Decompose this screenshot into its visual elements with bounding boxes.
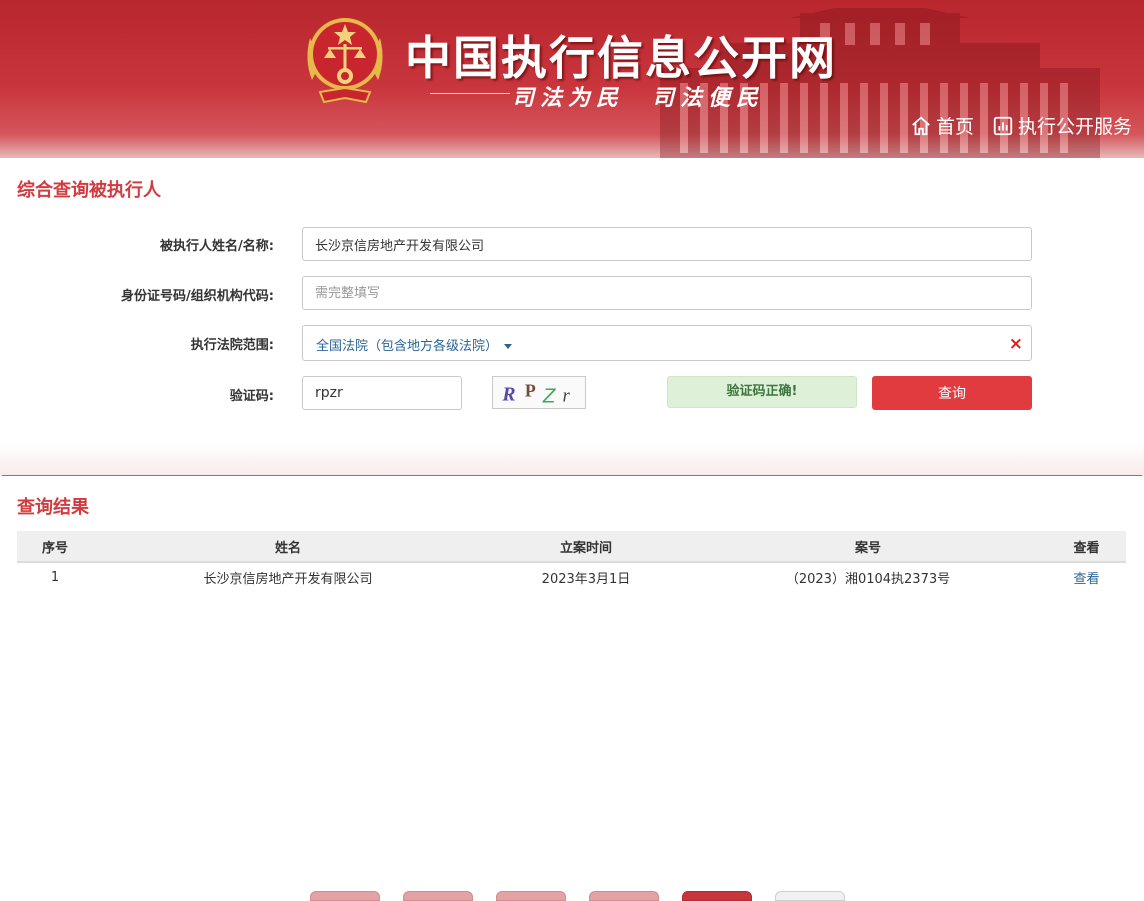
nav-home-label: 首页 xyxy=(935,116,974,138)
query-button[interactable]: 查询 xyxy=(872,376,1032,410)
page-button-prev[interactable] xyxy=(403,891,473,901)
caret-down-icon xyxy=(504,344,513,349)
nav-service-label: 执行公开服务 xyxy=(1017,116,1132,138)
cell-date: 2023年3月1日 xyxy=(541,572,631,587)
section-divider xyxy=(2,475,1142,476)
page-button-3[interactable] xyxy=(589,891,659,901)
query-title: 综合查询被执行人 xyxy=(17,180,161,201)
query-panel: 综合查询被执行人 被执行人姓名/名称: 身份证号码/组织机构代码: 执行法院范围… xyxy=(2,158,1142,444)
table-header-row: 序号 姓名 立案时间 案号 查看 xyxy=(17,531,1126,563)
captcha-input[interactable] xyxy=(302,376,462,410)
name-input[interactable] xyxy=(302,227,1032,261)
column-header-index: 序号 xyxy=(17,531,93,563)
captcha-status-badge: 验证码正确! xyxy=(667,376,857,408)
slogan-divider xyxy=(430,93,510,94)
page-button-next[interactable] xyxy=(775,891,845,901)
results-table: 序号 姓名 立案时间 案号 查看 1 长沙京信房地产开发有限公司 2023年3月… xyxy=(17,531,1126,592)
cell-index: 1 xyxy=(50,570,60,585)
court-scope-value: 全国法院（包含地方各级法院） xyxy=(316,335,513,354)
home-icon xyxy=(912,116,930,135)
nav-home-link[interactable]: 首页 xyxy=(910,112,974,139)
site-slogan: 司法为民 司法便民 xyxy=(512,85,765,111)
captcha-char-3: Z xyxy=(542,384,557,407)
captcha-char-2: P xyxy=(525,381,536,401)
captcha-image[interactable]: R P Z r xyxy=(492,376,586,409)
clear-selection-icon[interactable]: × xyxy=(1009,334,1023,354)
bar-chart-icon xyxy=(993,116,1013,135)
column-header-name: 姓名 xyxy=(93,531,483,563)
cell-name: 长沙京信房地产开发有限公司 xyxy=(203,572,373,587)
view-link[interactable]: 查看 xyxy=(1073,572,1099,587)
page-button-first[interactable] xyxy=(310,891,380,901)
top-navigation: 首页 执行公开服务 xyxy=(910,112,1132,139)
captcha-char-4: r xyxy=(562,385,570,406)
pagination xyxy=(310,891,845,901)
court-label: 执行法院范围: xyxy=(190,338,274,353)
cell-case-no: （2023）湘0104执2373号 xyxy=(785,572,951,587)
cell-view: 查看 xyxy=(1047,562,1126,592)
id-label: 身份证号码/组织机构代码: xyxy=(121,289,274,304)
site-title: 中国执行信息公开网 xyxy=(405,31,837,85)
court-scope-select[interactable]: 全国法院（包含地方各级法院） × xyxy=(302,325,1032,361)
captcha-label: 验证码: xyxy=(229,389,274,404)
name-label: 被执行人姓名/名称: xyxy=(160,239,274,254)
page-button-2[interactable] xyxy=(496,891,566,901)
results-title: 查询结果 xyxy=(17,497,89,518)
court-emblem-icon xyxy=(307,18,383,104)
nav-service-link[interactable]: 执行公开服务 xyxy=(992,112,1132,139)
page-button-current[interactable] xyxy=(682,891,752,901)
column-header-view: 查看 xyxy=(1047,531,1126,563)
id-input[interactable] xyxy=(302,276,1032,310)
table-row: 1 长沙京信房地产开发有限公司 2023年3月1日 （2023）湘0104执23… xyxy=(17,562,1126,592)
column-header-date: 立案时间 xyxy=(483,531,689,563)
captcha-char-1: R xyxy=(501,383,515,405)
section-band xyxy=(0,444,1144,476)
site-header: 中国执行信息公开网 司法为民 司法便民 首页 执行公开服务 xyxy=(0,0,1144,158)
column-header-case-no: 案号 xyxy=(689,531,1047,563)
